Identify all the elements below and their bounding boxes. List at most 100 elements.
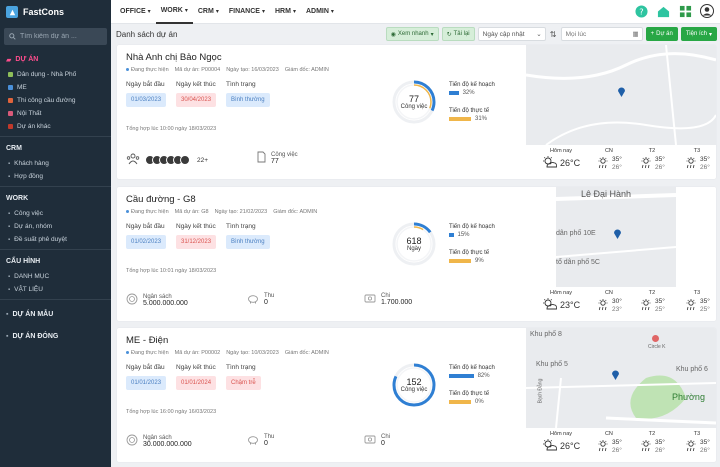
sidebar-item[interactable]: ▪ DANH MỤC [0, 270, 111, 283]
top-menu-item[interactable]: WORK ▾ [155, 0, 193, 24]
sort-select[interactable]: Ngày cập nhật ⌄ [477, 27, 546, 41]
project-name[interactable]: ME - Điện [126, 335, 168, 346]
sidebar-section[interactable]: WORK [0, 190, 111, 207]
sidebar-item-label: Dân dụng - Nhà Phố [17, 71, 77, 78]
avatar [180, 155, 190, 165]
income-summary: Thu 0 [247, 293, 274, 306]
sidebar-item[interactable]: ▪ Hợp đồng [0, 170, 111, 183]
project-card[interactable]: ME - Điện Đang thực hiện Mã dự án: P0000… [117, 328, 716, 462]
actual-progress-label: Tiến độ thực tế [449, 250, 490, 256]
sidebar-item[interactable]: Nội Thất [0, 107, 111, 120]
project-card[interactable]: Cầu đường - G8 Đang thực hiện Mã dự án: … [117, 187, 716, 321]
weather-high: 35° [700, 439, 710, 446]
top-menu-item[interactable]: ADMIN ▾ [301, 0, 339, 24]
project-name[interactable]: Nhà Anh chị Bảo Ngọc [126, 52, 222, 63]
sidebar-section[interactable]: CẤU HÌNH [0, 253, 111, 270]
quick-view-button[interactable]: ◉ Xem nhanh ▾ [385, 27, 439, 41]
sidebar-item[interactable]: Thi công cầu đường [0, 94, 111, 107]
budget-summary: Ngân sách 5.000.000.000 [126, 293, 188, 307]
map-label: Bạch Đằng [537, 378, 544, 404]
sidebar-item[interactable]: ME [0, 81, 111, 94]
sort-order-icon[interactable]: ⇅ [549, 30, 558, 39]
end-date-chip: 30/04/2023 [176, 93, 217, 107]
map-margin [526, 187, 556, 287]
side-menu: ▰ DỰ ÁN Dân dụng - Nhà Phố ME Thi công cầu đ… [0, 51, 111, 347]
expense-value: 0 [381, 440, 385, 447]
project-name[interactable]: Cầu đường - G8 [126, 194, 196, 205]
top-menu-item[interactable]: OFFICE ▾ [115, 0, 156, 24]
top-menu-item[interactable]: CRM ▾ [193, 0, 224, 24]
calendar-icon: ▦ [632, 31, 639, 38]
project-card[interactable]: Nhà Anh chị Bảo Ngọc Đang thực hiện Mã d… [117, 45, 716, 179]
project-meta: Đang thực hiện Mã dự án: G8 Ngày tạo: 21… [126, 209, 317, 215]
sidebar: FastCons ▰DỰ ÁN Dân dụng - Nhà Phố ME Thi c… [0, 0, 111, 467]
app-logo[interactable]: FastCons [0, 0, 111, 24]
sidebar-item-label: VẬT LIỆU [14, 286, 43, 293]
start-date-chip: 01/02/2023 [126, 235, 167, 249]
ring-value: 152 [406, 377, 422, 387]
location-pin-icon[interactable] [617, 85, 626, 97]
home-icon[interactable] [656, 4, 670, 18]
sidebar-section[interactable]: ▪ DỰ ÁN MẪU [0, 303, 111, 325]
project-map[interactable]: Lê Đại Hành dân phố 10E tổ dân phố 5C [526, 187, 716, 287]
plan-progress-value: 32% [462, 90, 475, 96]
summary-timestamp: Tổng hợp lúc 16:00 ngày 16/03/2023 [126, 409, 217, 415]
sidebar-item[interactable]: Dự án khác [0, 120, 111, 133]
plan-progress-value: 15% [457, 232, 470, 238]
apps-grid-icon[interactable] [678, 4, 692, 18]
income-summary: Thu 0 [247, 434, 274, 447]
weather-forecast-day: T2 35° 26° [639, 431, 665, 454]
weather-day: T2 [648, 290, 656, 296]
plan-progress: Tiến độ kế hoạch 15% [449, 224, 495, 238]
sidebar-item[interactable]: ▪ Công việc [0, 207, 111, 220]
menu-item-icon: ▪ [8, 236, 11, 243]
add-project-button[interactable]: + Dự án [645, 27, 678, 41]
project-search[interactable] [4, 28, 107, 45]
condition-label: Tình trạng [226, 364, 256, 371]
weather-high: 35° [700, 298, 710, 305]
document-icon [257, 151, 266, 165]
weather-temp: 26°C [560, 441, 581, 451]
sidebar-item[interactable]: ▪ Dự án, nhóm [0, 220, 111, 233]
sidebar-section[interactable]: ▰ DỰ ÁN [0, 51, 111, 68]
sidebar-item[interactable]: ▪ Khách hàng [0, 157, 111, 170]
project-map[interactable] [526, 45, 716, 145]
utility-button[interactable]: Tiện ích ▾ [680, 27, 717, 41]
sidebar-section[interactable]: CRM [0, 140, 111, 157]
folder-color-icon [8, 111, 13, 116]
project-meta: Đang thực hiện Mã dự án: P00002 Ngày tạo… [126, 350, 329, 356]
project-search-input[interactable] [20, 33, 105, 40]
actual-progress-label: Tiến độ thực tế [449, 391, 490, 397]
members-group[interactable]: 22+ [126, 153, 208, 167]
top-menu-item[interactable]: FINANCE ▾ [224, 0, 270, 24]
project-map[interactable]: Circle K Khu phố 8 Khu phố 5 Khu phố 6 P… [526, 328, 716, 428]
top-menu-label: HRM [274, 8, 291, 15]
sun-rain-icon [639, 298, 653, 313]
map-label: Circle K [648, 344, 666, 350]
sidebar-item[interactable]: ▪ Đề suất phê duyệt [0, 233, 111, 246]
project-code: Mã dự án: P00004 [174, 67, 221, 73]
sidebar-section[interactable]: ▪ DỰ ÁN ĐÓNG [0, 325, 111, 347]
top-menu-item[interactable]: HRM ▾ [270, 0, 301, 24]
menu-item-icon: ▪ [8, 160, 11, 167]
sidebar-item[interactable]: ▪ VẬT LIỆU [0, 283, 111, 296]
reload-label: Tải lại [453, 31, 470, 37]
top-navigation: OFFICE ▾ WORK ▾ CRM ▾ FINANCE ▾ HRM ▾ ADMIN ▾ ? [111, 0, 720, 24]
date-filter-input[interactable]: Mọi lúc ▦ [560, 27, 643, 41]
help-icon[interactable]: ? [634, 4, 648, 18]
eye-icon: ◉ [390, 31, 396, 38]
map-roads [526, 375, 716, 428]
sidebar-item[interactable]: Dân dụng - Nhà Phố [0, 68, 111, 81]
reload-button[interactable]: ↻ Tải lại [441, 27, 475, 41]
location-pin-icon[interactable] [613, 227, 622, 239]
ring-value: 618 [406, 236, 422, 246]
plus-icon: + [650, 31, 655, 37]
weather-forecast-day: CN 35° 26° [596, 148, 622, 171]
user-avatar-icon[interactable] [700, 4, 714, 18]
actual-progress-bar [449, 400, 471, 404]
location-pin-icon[interactable] [611, 368, 620, 380]
plan-progress-value: 82% [477, 373, 490, 379]
tasks-summary[interactable]: Công việc 77 [257, 151, 298, 165]
ring-label: Công việc [400, 104, 428, 110]
sidebar-section-label: CRM [6, 145, 22, 152]
